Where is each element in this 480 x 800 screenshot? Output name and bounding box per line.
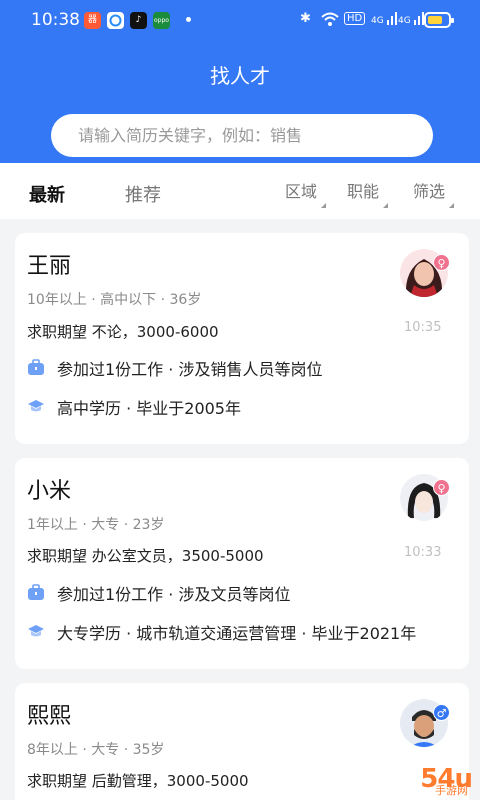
status-bar: 10:38 器 ♪ oppo ✱ HD 4G 4G <box>0 0 480 42</box>
battery-level <box>428 16 442 24</box>
resume-card[interactable]: 王丽 10年以上 · 高中以下 · 36岁 求职期望 不论，3000-6000 … <box>15 233 469 444</box>
candidate-meta: 8年以上 · 大专 · 35岁 <box>27 742 165 758</box>
male-icon: ♂ <box>433 704 450 721</box>
page-title: 找人才 <box>210 64 270 88</box>
wifi-icon <box>320 11 340 31</box>
finder-app-icon: 器 <box>84 12 101 29</box>
filter-function[interactable]: 职能 <box>347 178 389 208</box>
candidate-meta: 10年以上 · 高中以下 · 36岁 <box>27 292 202 308</box>
watermark-text: 手游网 <box>435 784 468 797</box>
candidate-meta: 1年以上 · 大专 · 23岁 <box>27 517 165 533</box>
circle-app-icon <box>107 12 124 29</box>
battery-icon <box>424 12 454 28</box>
dropdown-triangle-icon <box>449 203 455 208</box>
graduation-cap-icon <box>28 625 44 637</box>
tab-latest[interactable]: 最新 <box>29 181 65 207</box>
oppo-icon: oppo <box>153 12 170 29</box>
tab-recommended[interactable]: 推荐 <box>125 181 161 207</box>
briefcase-icon <box>28 359 44 375</box>
signal-icon-1: 4G <box>371 11 397 26</box>
graduation-cap-icon <box>28 400 44 412</box>
dropdown-triangle-icon <box>383 203 389 208</box>
tabs-bar: 最新 推荐 区域 职能 筛选 <box>0 163 480 219</box>
status-time: 10:38 <box>31 10 80 30</box>
signal-icon-2: 4G <box>398 11 424 26</box>
bluetooth-icon: ✱ <box>300 11 311 26</box>
filter-more[interactable]: 筛选 <box>413 178 455 208</box>
update-time: 10:35 <box>404 320 442 335</box>
resume-card[interactable]: 熙熙 8年以上 · 大专 · 35岁 求职期望 后勤管理，3000-5000 ♂ <box>15 683 469 800</box>
work-experience-text: 参加过1份工作 · 涉及文员等岗位 <box>57 585 291 604</box>
dropdown-triangle-icon <box>321 203 327 208</box>
female-icon: ♀ <box>433 254 450 271</box>
female-icon: ♀ <box>433 479 450 496</box>
app-header: 10:38 器 ♪ oppo ✱ HD 4G 4G 找人才 请输入简历关键字，例… <box>0 0 480 163</box>
job-expectation: 求职期望 办公室文员，3500-5000 <box>27 547 264 565</box>
job-expectation: 求职期望 不论，3000-6000 <box>27 323 219 341</box>
candidate-name: 王丽 <box>27 254 72 279</box>
update-time: 10:33 <box>404 545 442 560</box>
search-input[interactable]: 请输入简历关键字，例如：销售 <box>51 114 433 157</box>
education-text: 高中学历 · 毕业于2005年 <box>57 399 241 418</box>
work-experience-text: 参加过1份工作 · 涉及销售人员等岗位 <box>57 360 323 379</box>
education-text: 大专学历 · 城市轨道交通运营管理 · 毕业于2021年 <box>57 624 417 643</box>
tiktok-icon: ♪ <box>130 12 147 29</box>
resume-card[interactable]: 小米 1年以上 · 大专 · 23岁 求职期望 办公室文员，3500-5000 … <box>15 458 469 669</box>
candidate-name: 小米 <box>27 479 72 504</box>
filter-region[interactable]: 区域 <box>285 178 327 208</box>
notification-dot <box>186 17 191 22</box>
briefcase-icon <box>28 584 44 600</box>
job-expectation: 求职期望 后勤管理，3000-5000 <box>27 772 249 790</box>
hd-icon: HD <box>344 12 366 25</box>
candidate-name: 熙熙 <box>27 704 72 729</box>
